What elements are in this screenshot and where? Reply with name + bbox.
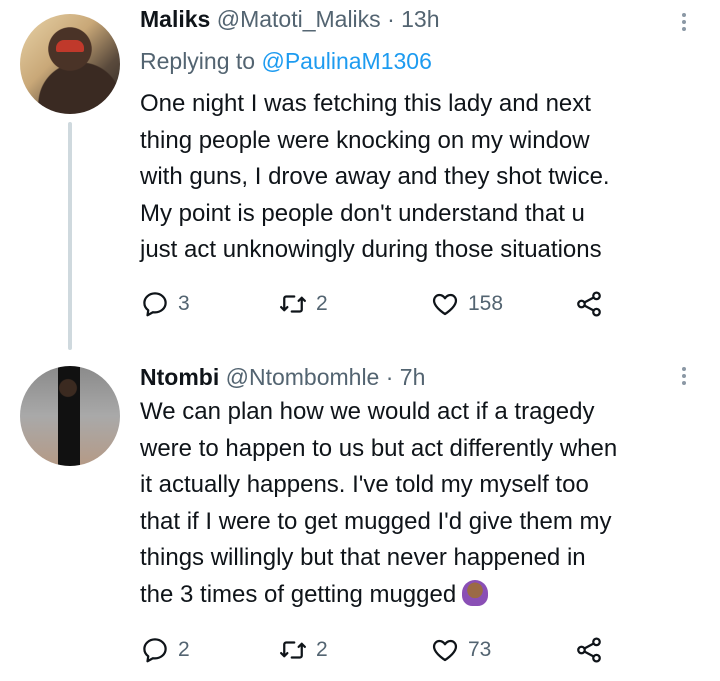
tweet: Maliks @Matoti_Maliks · 13h Replying to … <box>0 0 720 350</box>
reply-button[interactable]: 3 <box>140 289 190 319</box>
tweet-text-line: My point is people don't understand that… <box>140 199 585 227</box>
heart-icon <box>432 293 458 316</box>
tweet-text-line: were to happen to us but act differently… <box>140 434 618 462</box>
action-bar: 3 2 158 <box>140 289 640 319</box>
like-button[interactable]: 73 <box>430 635 491 665</box>
tweet-text-line: thing people were knocking on my window <box>140 126 590 154</box>
reply-icon <box>143 638 167 663</box>
action-bar: 2 2 73 <box>140 635 640 665</box>
facepalm-emoji-icon <box>462 579 489 606</box>
reply-button[interactable]: 2 <box>140 635 190 665</box>
tweet-text: One night I was fetching this lady and n… <box>140 86 710 269</box>
avatar[interactable] <box>20 14 120 114</box>
display-name[interactable]: Maliks <box>140 6 210 32</box>
tweet-header: Ntombi @Ntombomhle · 7h <box>140 364 425 391</box>
separator-dot: · <box>387 6 395 32</box>
like-button[interactable]: 158 <box>430 289 503 319</box>
tweet-text: We can plan how we would act if a traged… <box>140 394 710 613</box>
tweet-text-line: that if I were to get mugged I'd give th… <box>140 507 612 535</box>
more-options-icon[interactable] <box>674 364 694 394</box>
reply-count: 2 <box>178 638 190 661</box>
replying-to: Replying to @PaulinaM1306 <box>140 48 432 75</box>
replying-to-label: Replying to <box>140 48 256 74</box>
share-button[interactable] <box>574 635 604 665</box>
share-icon <box>577 291 601 317</box>
avatar[interactable] <box>20 366 120 466</box>
share-button[interactable] <box>574 289 604 319</box>
tweet-text-line: We can plan how we would act if a traged… <box>140 398 595 425</box>
tweet-text-line: things willingly but that never happened… <box>140 544 586 571</box>
retweet-icon <box>280 295 306 313</box>
tweet-text-line: One night I was fetching this lady and n… <box>140 90 591 117</box>
tweet-text-line: it actually happens. I've told my myself… <box>140 471 589 498</box>
retweet-count: 2 <box>316 292 328 315</box>
tweet-text-line: just act unknowingly during those situat… <box>140 236 602 263</box>
mention-link[interactable]: @PaulinaM1306 <box>261 48 431 74</box>
tweet-header: Maliks @Matoti_Maliks · 13h <box>140 6 440 33</box>
retweet-button[interactable]: 2 <box>278 635 328 665</box>
separator-dot: · <box>385 364 394 390</box>
heart-icon <box>432 639 458 662</box>
user-handle[interactable]: @Ntombomhle <box>226 364 380 390</box>
tweet-text-line-last: the 3 times of getting mugged <box>140 577 710 614</box>
tweet: Ntombi @Ntombomhle · 7h We can plan how … <box>0 340 720 681</box>
thread-line <box>68 122 72 350</box>
like-count: 158 <box>468 292 504 315</box>
timestamp[interactable]: 7h <box>400 364 426 390</box>
reply-icon <box>143 292 167 317</box>
like-count: 73 <box>468 638 492 661</box>
user-handle[interactable]: @Matoti_Maliks <box>217 6 381 32</box>
timestamp[interactable]: 13h <box>401 6 439 32</box>
more-options-icon[interactable] <box>674 10 694 40</box>
reply-count: 3 <box>178 292 190 315</box>
retweet-icon <box>280 641 306 659</box>
tweet-text-line: the 3 times of getting mugged <box>140 580 457 608</box>
retweet-button[interactable]: 2 <box>278 289 328 319</box>
share-icon <box>577 637 601 663</box>
display-name[interactable]: Ntombi <box>140 364 219 390</box>
retweet-count: 2 <box>316 638 328 661</box>
tweet-text-line: with guns, I drove away and they shot tw… <box>140 163 610 190</box>
